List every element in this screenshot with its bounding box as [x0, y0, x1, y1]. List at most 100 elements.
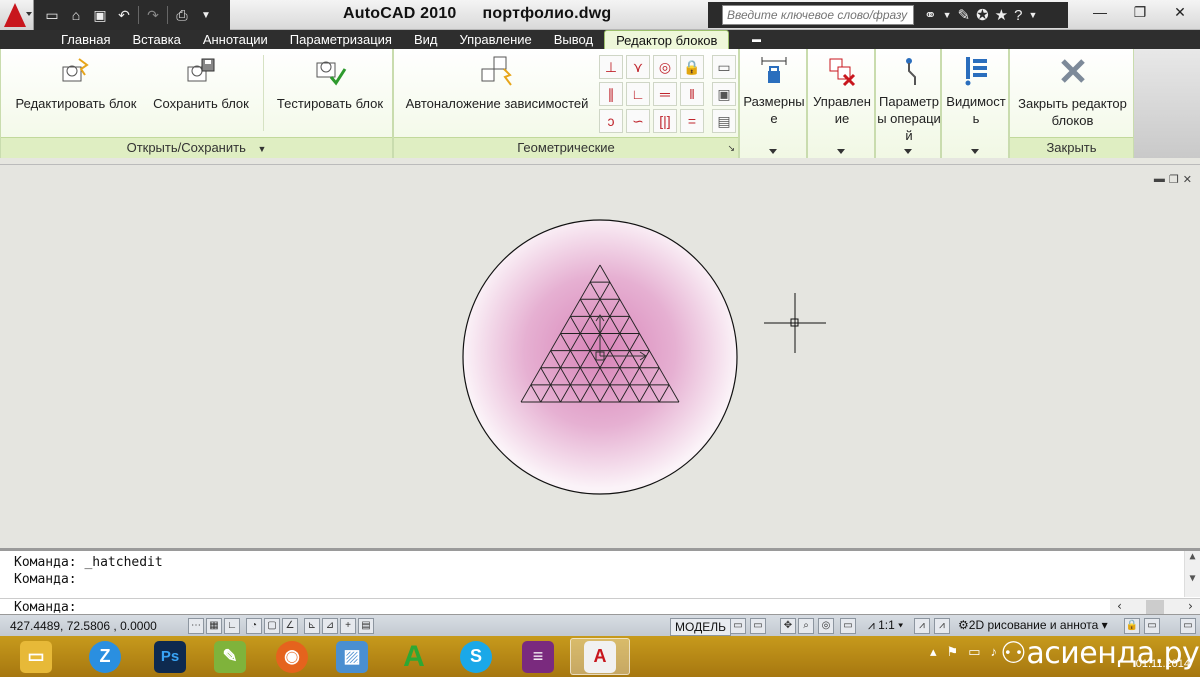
- dyn-toggle[interactable]: ⊿: [322, 618, 338, 634]
- qp-toggle[interactable]: ▤: [358, 618, 374, 634]
- action-params-button[interactable]: Параметры операций: [876, 55, 942, 144]
- equal-icon[interactable]: =: [680, 109, 704, 133]
- lwt-toggle[interactable]: +: [340, 618, 356, 634]
- flag-icon[interactable]: ⚑: [947, 644, 959, 660]
- network-icon[interactable]: ▭: [968, 644, 980, 660]
- management-button[interactable]: Управление: [808, 55, 876, 127]
- chevron-down-icon[interactable]: [837, 149, 845, 154]
- dimensional-button[interactable]: Размерные: [740, 55, 808, 127]
- satellite-icon[interactable]: ✪: [976, 6, 989, 24]
- tab-view[interactable]: Вид: [403, 30, 449, 49]
- save-icon[interactable]: ▣: [90, 5, 110, 25]
- hide-all-icon[interactable]: ▤: [712, 109, 736, 133]
- layout-icon[interactable]: ▭: [730, 618, 746, 634]
- chevron-down-icon[interactable]: [971, 149, 979, 154]
- taskbar-winrar[interactable]: ≡: [508, 638, 568, 675]
- chevron-down-icon[interactable]: ▼: [196, 5, 216, 25]
- taskbar-photo-viewer[interactable]: ▨: [322, 638, 382, 675]
- open-icon[interactable]: ⌂: [66, 5, 86, 25]
- pan-icon[interactable]: ✥: [780, 618, 796, 634]
- grid-toggle[interactable]: ▦: [206, 618, 222, 634]
- tab-parametric[interactable]: Параметризация: [279, 30, 403, 49]
- taskbar-notepad[interactable]: ✎: [200, 638, 260, 675]
- dialog-launcher-icon[interactable]: ↘: [727, 138, 735, 158]
- show-all-icon[interactable]: ▣: [712, 82, 736, 106]
- application-menu-button[interactable]: [0, 0, 34, 30]
- taskbar-photoshop[interactable]: Ps: [140, 638, 200, 675]
- ribbon-minimize-button[interactable]: ▬: [745, 30, 767, 49]
- taskbar-skype[interactable]: S: [446, 638, 506, 675]
- osnap-toggle[interactable]: ▢: [264, 618, 280, 634]
- redo-icon[interactable]: ↷: [143, 5, 163, 25]
- taskbar-archicad[interactable]: A: [384, 638, 444, 675]
- layout2-icon[interactable]: ▭: [750, 618, 766, 634]
- save-block-button[interactable]: Сохранить блок: [149, 55, 253, 112]
- collinear-icon[interactable]: ⋎: [626, 55, 650, 79]
- tab-home[interactable]: Главная: [50, 30, 121, 49]
- annotation-visibility-icon[interactable]: ⩘: [914, 618, 930, 634]
- star-icon[interactable]: ★: [995, 6, 1008, 24]
- show-constraint-icon[interactable]: ▭: [712, 55, 736, 79]
- tab-insert[interactable]: Вставка: [121, 30, 191, 49]
- auto-constrain-button[interactable]: Автоналожение зависимостей: [402, 55, 592, 112]
- model-space-toggle[interactable]: МОДЕЛЬ: [670, 618, 731, 636]
- new-icon[interactable]: ▭: [42, 5, 62, 25]
- perpendicular-icon[interactable]: ∟: [626, 82, 650, 106]
- fix-lock-icon[interactable]: 🔒: [680, 55, 704, 79]
- plot-icon[interactable]: ⎙: [172, 5, 192, 25]
- zoom-icon[interactable]: ⌕: [798, 618, 814, 634]
- chevron-down-icon[interactable]: [769, 149, 777, 154]
- chevron-down-icon[interactable]: ▼: [943, 10, 952, 20]
- status-tray-icon[interactable]: ▭: [1144, 618, 1160, 634]
- close-icon[interactable]: ✕: [1160, 0, 1200, 24]
- smooth-icon[interactable]: ∽: [626, 109, 650, 133]
- taskbar-autocad[interactable]: A: [570, 638, 630, 675]
- ducs-toggle[interactable]: ⊾: [304, 618, 320, 634]
- tab-output[interactable]: Вывод: [543, 30, 604, 49]
- annotation-scale[interactable]: ⩘ 1:1 ▾: [868, 618, 903, 633]
- help-icon[interactable]: ?: [1014, 7, 1022, 24]
- parallel-icon[interactable]: ∥: [599, 82, 623, 106]
- symmetric-icon[interactable]: [|]: [653, 109, 677, 133]
- scroll-thumb[interactable]: [1146, 600, 1164, 615]
- polar-toggle[interactable]: ◔: [246, 618, 262, 634]
- binoculars-icon[interactable]: ⚭: [924, 6, 937, 24]
- command-line[interactable]: Команда: _hatchedit Команда: ▲ ▼ Команда:…: [0, 548, 1200, 616]
- lock-icon[interactable]: 🔒: [1124, 618, 1140, 634]
- concentric-icon[interactable]: ◎: [653, 55, 677, 79]
- tab-annotate[interactable]: Аннотации: [192, 30, 279, 49]
- auto-scale-icon[interactable]: ⩘: [934, 618, 950, 634]
- search-input[interactable]: [722, 5, 914, 25]
- showmotion-icon[interactable]: ▭: [840, 618, 856, 634]
- taskbar-explorer[interactable]: ▭: [6, 638, 66, 675]
- coincident-icon[interactable]: ⊥: [599, 55, 623, 79]
- chevron-down-icon[interactable]: [904, 149, 912, 154]
- vertical-icon[interactable]: ‖: [680, 82, 704, 106]
- panel-title-geometric[interactable]: Геометрические ↘: [394, 137, 738, 158]
- clean-screen-icon[interactable]: ▭: [1180, 618, 1196, 634]
- otrack-toggle[interactable]: ∠: [282, 618, 298, 634]
- drawing-canvas[interactable]: ▬ ❐ ✕: [0, 164, 1200, 548]
- close-block-editor-button[interactable]: Закрыть редактор блоков: [1014, 55, 1131, 129]
- maximize-icon[interactable]: ❐: [1120, 0, 1160, 24]
- visibility-button[interactable]: Видимость: [942, 55, 1010, 127]
- chevron-up-icon[interactable]: ▴: [930, 644, 937, 660]
- test-block-button[interactable]: Тестировать блок: [273, 55, 387, 112]
- tangent-icon[interactable]: ↄ: [599, 109, 623, 133]
- horizontal-icon[interactable]: ═: [653, 82, 677, 106]
- edit-block-button[interactable]: Редактировать блок: [13, 55, 139, 112]
- ortho-toggle[interactable]: ∟: [224, 618, 240, 634]
- clock-date[interactable]: 01.11.2014: [1136, 658, 1190, 670]
- workspace-switcher[interactable]: ⚙2D рисование и аннота ▾: [958, 618, 1108, 632]
- wrench-icon[interactable]: ✎: [958, 6, 971, 24]
- chevron-down-icon[interactable]: ▼: [1028, 10, 1037, 20]
- command-scrollbar[interactable]: ▲ ▼: [1184, 551, 1200, 597]
- undo-icon[interactable]: ↶: [114, 5, 134, 25]
- minimize-icon[interactable]: —: [1080, 0, 1120, 24]
- taskbar-firefox[interactable]: ◉: [262, 638, 322, 675]
- tab-block-editor[interactable]: Редактор блоков: [604, 30, 730, 49]
- snap-toggle[interactable]: ⋯: [188, 618, 204, 634]
- steering-wheel-icon[interactable]: ◎: [818, 618, 834, 634]
- taskbar-zoho[interactable]: Z: [75, 638, 135, 675]
- volume-icon[interactable]: ♪: [990, 644, 997, 660]
